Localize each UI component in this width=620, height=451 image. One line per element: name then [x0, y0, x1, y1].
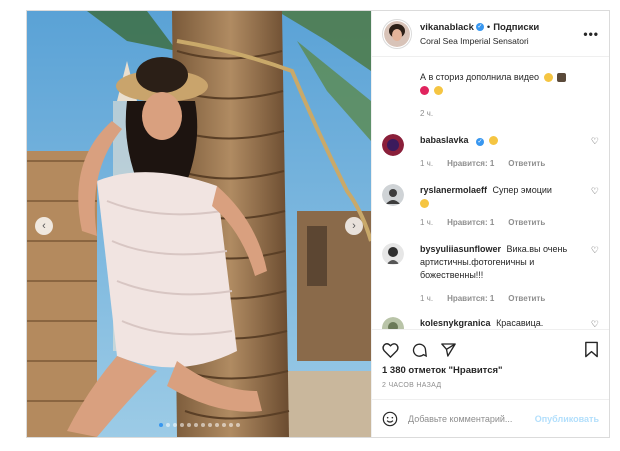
carousel-dot — [207, 423, 212, 427]
carousel-dot — [228, 423, 233, 427]
avatar-image — [384, 20, 410, 47]
comment-input[interactable] — [408, 413, 535, 424]
comment-meta: 1 ч. Нравится: 1 Ответить — [420, 157, 577, 170]
emoji-picker-icon[interactable] — [382, 411, 398, 427]
comment-meta: 1 ч. Нравится: 1 Ответить — [420, 292, 577, 305]
caption-text-row: А в сториз дополнила видео — [420, 71, 599, 84]
caption-time[interactable]: 2 ч. — [420, 107, 433, 120]
caption-meta: 2 ч. — [420, 107, 599, 120]
comment-likes[interactable]: Нравится: 1 — [447, 292, 494, 305]
carousel-dot — [193, 423, 198, 427]
post-location[interactable]: Coral Sea Imperial Sensatori — [420, 36, 583, 46]
like-heart-icon[interactable] — [382, 342, 399, 358]
reply-button[interactable]: Ответить — [508, 157, 545, 170]
comment-body: kolesnykgranica Красавица. — [420, 317, 599, 329]
commenter-avatar[interactable] — [382, 184, 404, 206]
commenter-avatar[interactable] — [382, 134, 404, 156]
like-comment-heart-icon[interactable]: ♡ — [591, 136, 599, 147]
page: ‹ › vikanablack ✓ • Подписки Coral Sea I… — [0, 0, 620, 451]
smile-emoji-icon — [543, 73, 553, 83]
publish-button[interactable]: Опубликовать — [535, 414, 599, 424]
carousel-dot — [221, 423, 226, 427]
post-header: vikanablack ✓ • Подписки Coral Sea Imper… — [372, 11, 609, 57]
more-options-icon[interactable]: ••• — [583, 27, 599, 41]
monkey-emoji-icon — [557, 73, 567, 83]
comment-emoji-row — [420, 197, 577, 210]
reply-button[interactable]: Ответить — [508, 216, 545, 229]
comment-likes[interactable]: Нравится: 1 — [447, 216, 494, 229]
header-top-line: vikanablack ✓ • Подписки — [420, 22, 583, 33]
comment-item: kolesnykgranica Красавица. ♡ — [382, 317, 599, 329]
post-photo[interactable]: ‹ › — [27, 11, 371, 437]
heart-eyes-emoji-icon — [488, 136, 498, 146]
caption-tail: _ _ _ _ _ А в сториз дополнила видео 2 ч… — [382, 57, 599, 120]
comment-item: ryslanermolaeff Супер эмоции 1 ч. Нравит… — [382, 184, 599, 229]
carousel-indicator — [27, 423, 371, 427]
comment-meta: 1 ч. Нравится: 1 Ответить — [420, 216, 577, 229]
comment-body: bysyuliiasunflower Вика.вы очень артисти… — [420, 243, 599, 305]
commenter-username[interactable]: kolesnykgranica — [420, 318, 491, 328]
instagram-post: ‹ › vikanablack ✓ • Подписки Coral Sea I… — [26, 10, 610, 438]
carousel-dot — [158, 423, 163, 427]
chevron-left-icon: ‹ — [42, 220, 46, 232]
carousel-dot — [200, 423, 205, 427]
commenter-username[interactable]: bysyuliiasunflower — [420, 244, 501, 254]
share-paper-plane-icon[interactable] — [440, 342, 457, 358]
comment-text: Красавица. — [496, 318, 544, 328]
carousel-dot — [235, 423, 240, 427]
carousel-dot — [165, 423, 170, 427]
author-avatar[interactable] — [382, 18, 412, 49]
chevron-right-icon: › — [352, 220, 356, 232]
comment-body: ryslanermolaeff Супер эмоции 1 ч. Нравит… — [420, 184, 599, 229]
post-timestamp: 2 ЧАСОВ НАЗАД — [382, 382, 442, 389]
like-comment-heart-icon[interactable]: ♡ — [591, 319, 599, 329]
carousel-dot — [214, 423, 219, 427]
post-actions — [372, 329, 609, 369]
comment-bubble-icon[interactable] — [411, 342, 428, 358]
comment-body: babaslavka ✓ 1 ч. Нравится: 1 Ответить — [420, 134, 599, 170]
header-text: vikanablack ✓ • Подписки Coral Sea Imper… — [420, 22, 583, 46]
next-slide-button[interactable]: › — [345, 217, 363, 235]
heart-emoji-icon — [420, 86, 429, 96]
carousel-dot — [186, 423, 191, 427]
commenter-username[interactable]: ryslanermolaeff — [420, 185, 487, 195]
comment-time[interactable]: 1 ч. — [420, 157, 433, 170]
following-button[interactable]: Подписки — [493, 22, 539, 33]
commenter-username[interactable]: babaslavka — [420, 135, 469, 145]
add-comment-bar: Опубликовать — [372, 399, 609, 437]
post-side-panel: vikanablack ✓ • Подписки Coral Sea Imper… — [371, 11, 609, 437]
photo-illustration — [27, 11, 371, 437]
carousel-dot — [172, 423, 177, 427]
comment-item: bysyuliiasunflower Вика.вы очень артисти… — [382, 243, 599, 305]
save-bookmark-icon[interactable] — [584, 341, 599, 358]
like-comment-heart-icon[interactable]: ♡ — [591, 245, 599, 256]
likes-count[interactable]: 1 380 отметок "Нравится" — [372, 365, 609, 376]
commenter-avatar[interactable] — [382, 317, 404, 329]
header-separator: • — [486, 21, 491, 33]
caption-emoji-row — [420, 84, 599, 97]
comment-text: Супер эмоции — [492, 185, 552, 195]
wink-emoji-icon — [433, 86, 443, 96]
comments-list: _ _ _ _ _ А в сториз дополнила видео 2 ч… — [372, 57, 609, 329]
verified-badge-icon: ✓ — [476, 138, 485, 146]
like-comment-heart-icon[interactable]: ♡ — [591, 186, 599, 197]
carousel-dot — [179, 423, 184, 427]
reply-button[interactable]: Ответить — [508, 292, 545, 305]
comment-time[interactable]: 1 ч. — [420, 216, 433, 229]
commenter-avatar[interactable] — [382, 243, 404, 265]
caption-text: А в сториз дополнила видео — [420, 72, 539, 82]
previous-slide-button[interactable]: ‹ — [35, 217, 53, 235]
comment-time[interactable]: 1 ч. — [420, 292, 433, 305]
verified-badge-icon: ✓ — [475, 23, 484, 31]
hands-emoji-icon — [420, 199, 429, 209]
author-username[interactable]: vikanablack — [420, 22, 474, 33]
comment-item: babaslavka ✓ 1 ч. Нравится: 1 Ответить ♡ — [382, 134, 599, 170]
comment-likes[interactable]: Нравится: 1 — [447, 157, 494, 170]
